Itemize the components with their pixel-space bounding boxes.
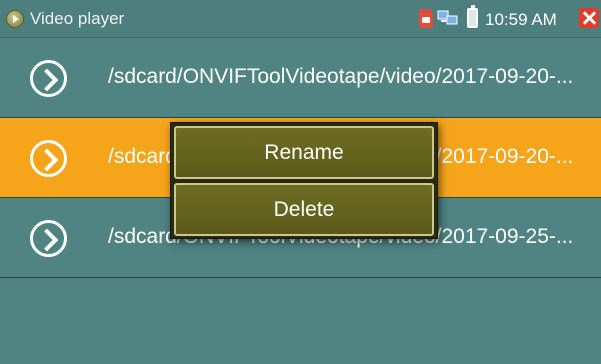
network-icon — [437, 10, 458, 25]
play-circle-icon[interactable] — [30, 140, 67, 177]
delete-button[interactable]: Delete — [174, 183, 434, 236]
list-item[interactable]: /sdcard/ONVIFToolVideotape/video/2017-09… — [0, 38, 601, 118]
sd-card-icon — [419, 9, 433, 28]
clock: 10:59 AM — [485, 10, 557, 29]
rename-button[interactable]: Rename — [174, 126, 434, 179]
context-menu: Rename Delete — [170, 122, 438, 239]
title-bar: Video player 10:59 AM — [0, 0, 601, 38]
play-circle-icon[interactable] — [30, 220, 67, 257]
file-path: /sdcard/ONVIFToolVideotape/video/2017-09… — [108, 65, 574, 88]
play-circle-icon[interactable] — [30, 60, 67, 97]
app-title: Video player — [30, 9, 125, 28]
play-circle-icon — [6, 10, 24, 28]
close-icon[interactable] — [579, 8, 599, 28]
battery-icon — [467, 5, 478, 28]
